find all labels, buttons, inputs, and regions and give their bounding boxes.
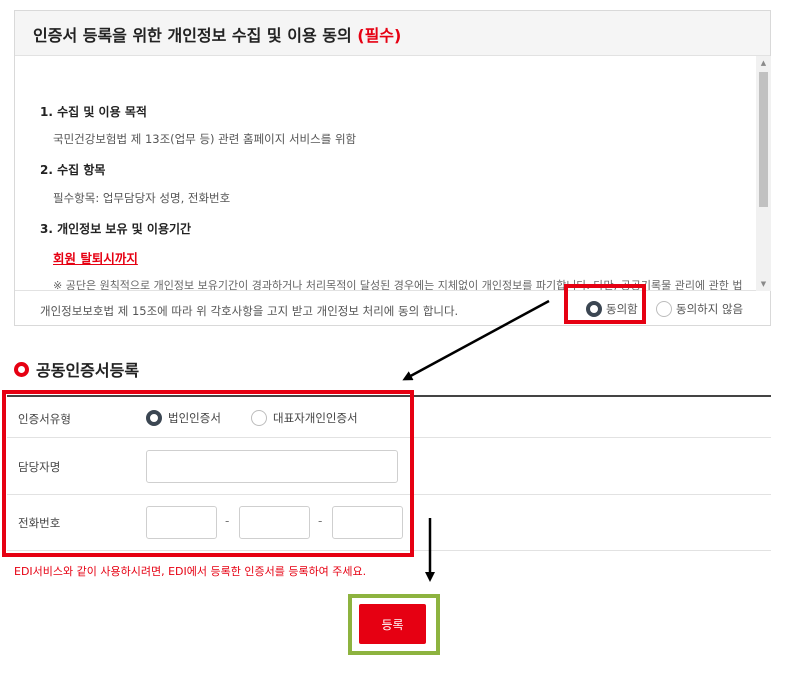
scroll-down-arrow-icon[interactable]: ▼ [756,277,771,291]
disagree-option[interactable]: 동의하지 않음 [656,301,743,317]
consent-header: 인증서 등록을 위한 개인정보 수집 및 이용 동의 (필수) [15,11,770,56]
section-heading-retention: 3. 개인정보 보유 및 이용기간 [40,222,192,236]
cert-type-corporate-label: 법인인증서 [168,411,221,425]
phone-separator: - [318,514,323,528]
cert-type-representative-option[interactable]: 대표자개인인증서 [251,410,358,426]
row-divider [7,550,771,551]
registration-title-text: 공동인증서등록 [36,361,140,380]
register-button[interactable]: 등록 [359,604,426,644]
row-divider [7,494,771,495]
consent-title-text: 인증서 등록을 위한 개인정보 수집 및 이용 동의 [33,26,352,45]
consent-title: 인증서 등록을 위한 개인정보 수집 및 이용 동의 (필수) [33,22,401,46]
phone-input-2[interactable] [239,506,310,539]
cert-type-representative-label: 대표자개인인증서 [273,411,358,425]
section-heading-items: 2. 수집 항목 [40,163,106,177]
row-divider [7,437,771,438]
phone-label: 전화번호 [18,516,61,530]
section-heading-purpose: 1. 수집 및 이용 목적 [40,105,147,119]
cert-type-representative-radio[interactable] [251,410,267,426]
retention-period-link[interactable]: 회원 탈퇴시까지 [53,248,138,267]
edi-notice: EDI서비스와 같이 사용하시려면, EDI에서 등록한 인증서를 등록하여 주… [14,565,367,578]
phone-input-3[interactable] [332,506,403,539]
section-bullet-icon [14,361,29,377]
table-top-border [7,395,771,397]
section-text-purpose: 국민건강보험법 제 13조(업무 등) 관련 홈페이지 서비스를 위함 [53,132,357,146]
consent-panel: 인증서 등록을 위한 개인정보 수집 및 이용 동의 (필수) 1. 수집 및 … [14,10,771,326]
registration-title: 공동인증서등록 [14,357,139,381]
consent-statement: 개인정보보호법 제 15조에 따라 위 각호사항을 고지 받고 개인정보 처리에… [40,304,459,318]
cert-type-corporate-option[interactable]: 법인인증서 [146,410,221,426]
terms-scrollbar[interactable]: ▲ ▼ [756,56,771,291]
disagree-radio[interactable] [656,301,672,317]
agree-radio[interactable] [586,301,602,317]
agree-label: 동의함 [606,302,638,316]
phone-separator: - [225,514,230,528]
scroll-up-arrow-icon[interactable]: ▲ [756,56,771,70]
section-text-items: 필수항목: 업무담당자 성명, 전화번호 [53,191,231,205]
scroll-thumb[interactable] [759,72,768,207]
consent-footer: 개인정보보호법 제 15조에 따라 위 각호사항을 고지 받고 개인정보 처리에… [15,292,770,327]
phone-input-1[interactable] [146,506,217,539]
consent-terms-scroll[interactable]: 1. 수집 및 이용 목적 국민건강보험법 제 13조(업무 등) 관련 홈페이… [15,56,756,291]
retention-note: ※ 공단은 원칙적으로 개인정보 보유기간이 경과하거나 처리목적이 달성된 경… [53,279,743,291]
required-badge: (필수) [357,26,402,45]
manager-name-label: 담당자명 [18,460,61,474]
disagree-label: 동의하지 않음 [676,302,744,316]
agree-option[interactable]: 동의함 [586,301,638,317]
cert-type-corporate-radio[interactable] [146,410,162,426]
cert-type-label: 인증서유형 [18,412,71,426]
manager-name-input[interactable] [146,450,398,483]
